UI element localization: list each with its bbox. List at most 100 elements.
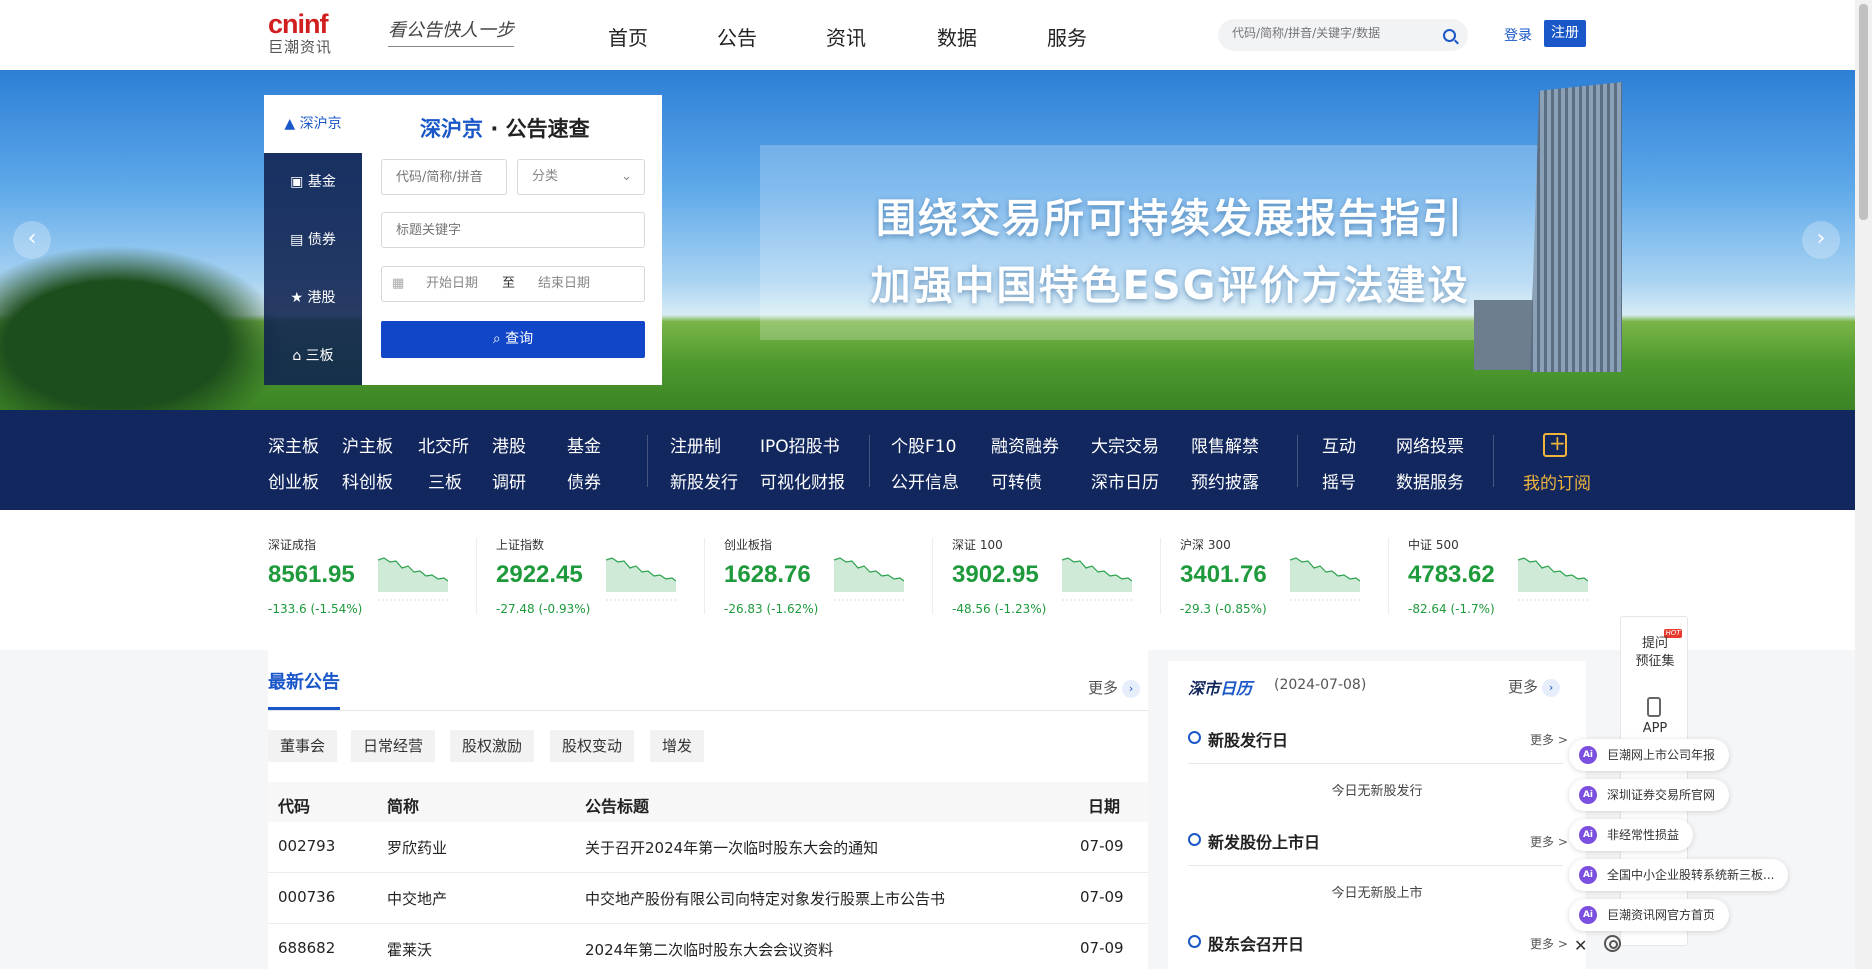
category-equity-change[interactable]: 股权变动 xyxy=(550,730,635,762)
ai-suggestion[interactable]: Ai 深圳证券交易所官网 xyxy=(1569,779,1730,811)
index-value: 1628.76 xyxy=(724,561,811,588)
link-bse[interactable]: 北交所 xyxy=(418,432,469,457)
tab-label: 深沪京 xyxy=(299,116,342,132)
index-card[interactable]: 沪深 300 3401.76 -29.3 (-0.85%) xyxy=(1180,534,1370,634)
category-select[interactable]: 分类 ⌄ xyxy=(517,159,645,195)
section-more-link[interactable]: 更多 > xyxy=(1530,833,1568,850)
ai-suggestion[interactable]: Ai 巨潮资讯网官方首页 xyxy=(1569,899,1730,931)
ai-suggestion-label: 巨潮网上市公司年报 xyxy=(1607,748,1716,762)
link-lottery[interactable]: 摇号 xyxy=(1322,468,1356,493)
category-incentive[interactable]: 股权激励 xyxy=(450,730,535,762)
link-new-issues[interactable]: 新股发行 xyxy=(670,468,738,493)
index-card[interactable]: 深证 100 3902.95 -48.56 (-1.23%) xyxy=(952,534,1142,634)
category-board[interactable]: 董事会 xyxy=(268,730,338,762)
calendar-more-link[interactable]: 更多 › xyxy=(1508,676,1561,697)
active-tab-underline xyxy=(268,707,340,710)
link-public-info[interactable]: 公开信息 xyxy=(891,468,959,493)
index-change: -27.48 (-0.93%) xyxy=(496,602,591,616)
table-row[interactable]: 688682 霍莱沃 2024年第二次临时股东大会会议资料 07-09 xyxy=(268,924,1148,969)
carousel-next-button[interactable]: › xyxy=(1802,221,1840,259)
date-range-field[interactable]: ▦ 开始日期 至 结束日期 xyxy=(381,266,645,302)
link-online-vote[interactable]: 网络投票 xyxy=(1396,432,1464,457)
row-title[interactable]: 2024年第二次临时股东大会会议资料 xyxy=(585,939,833,960)
row-title[interactable]: 中交地产股份有限公司向特定对象发行股票上市公告书 xyxy=(585,888,945,909)
link-ipo-prospectus[interactable]: IPO招股书 xyxy=(760,432,840,457)
tab-fund[interactable]: ▣ 基金 xyxy=(264,153,362,211)
chevron-right-icon: › xyxy=(1122,679,1141,698)
ai-icon: Ai xyxy=(1579,906,1597,924)
scrollbar-thumb[interactable] xyxy=(1859,4,1868,220)
carousel-prev-button[interactable]: ‹ xyxy=(13,221,51,259)
index-card[interactable]: 上证指数 2922.45 -27.48 (-0.93%) xyxy=(496,534,686,634)
login-link[interactable]: 登录 xyxy=(1504,25,1532,45)
register-button[interactable]: 注册 xyxy=(1544,20,1586,47)
ai-suggestion[interactable]: Ai 巨潮网上市公司年报 xyxy=(1569,739,1730,771)
link-visual-financials[interactable]: 可视化财报 xyxy=(760,468,845,493)
link-interaction[interactable]: 互动 xyxy=(1322,432,1356,457)
link-sz-calendar[interactable]: 深市日历 xyxy=(1091,468,1159,493)
index-card[interactable]: 中证 500 4783.62 -82.64 (-1.7%) xyxy=(1408,534,1598,634)
index-card[interactable]: 创业板指 1628.76 -26.83 (-1.62%) xyxy=(724,534,914,634)
subscribe-icon[interactable] xyxy=(1543,431,1567,457)
link-hk-stock[interactable]: 港股 xyxy=(492,432,526,457)
site-logo[interactable]: cninf 巨潮资讯 xyxy=(268,10,368,58)
link-neeq[interactable]: 三板 xyxy=(428,468,462,493)
table-row[interactable]: 002793 罗欣药业 关于召开2024年第一次临时股东大会的通知 07-09 xyxy=(268,822,1148,873)
close-icon[interactable]: ✕ xyxy=(1574,936,1587,955)
search-input[interactable] xyxy=(1232,26,1432,40)
my-subscription-link[interactable]: 我的订阅 xyxy=(1523,469,1591,494)
search-icon[interactable] xyxy=(1443,29,1456,42)
announcements-title[interactable]: 最新公告 xyxy=(268,668,340,694)
sparkline-area xyxy=(1518,558,1588,592)
link-scheduled-disclosure[interactable]: 预约披露 xyxy=(1191,468,1259,493)
index-card[interactable]: 深证成指 8561.95 -133.6 (-1.54%) xyxy=(268,534,458,634)
link-sh-main-board[interactable]: 沪主板 xyxy=(342,432,393,457)
nav-services[interactable]: 服务 xyxy=(1047,22,1087,51)
link-registration[interactable]: 注册制 xyxy=(670,432,721,457)
ai-suggestion[interactable]: Ai 全国中小企业股转系统新三板... xyxy=(1569,859,1789,891)
tab-bond[interactable]: ▤ 债券 xyxy=(264,211,362,269)
link-block-trade[interactable]: 大宗交易 xyxy=(1091,432,1159,457)
keyword-input[interactable] xyxy=(381,212,645,248)
section-more-link[interactable]: 更多 > xyxy=(1530,935,1568,952)
index-sparkline xyxy=(1062,557,1132,601)
tab-sz-sh-bj[interactable]: ▲ 深沪京 xyxy=(264,95,362,153)
nav-data[interactable]: 数据 xyxy=(937,22,977,51)
calendar-title-a: 深市 xyxy=(1188,679,1221,698)
link-margin[interactable]: 融资融券 xyxy=(991,432,1059,457)
app-download-button[interactable]: APP xyxy=(1621,721,1689,736)
link-lockup[interactable]: 限售解禁 xyxy=(1191,432,1259,457)
category-additional-issue[interactable]: 增发 xyxy=(650,730,705,762)
link-sz-main-board[interactable]: 深主板 xyxy=(268,432,319,457)
ai-suggestion-label: 全国中小企业股转系统新三板... xyxy=(1607,868,1775,882)
link-chinext[interactable]: 创业板 xyxy=(268,468,319,493)
link-bond[interactable]: 债券 xyxy=(567,468,601,493)
row-title[interactable]: 关于召开2024年第一次临时股东大会的通知 xyxy=(585,837,878,858)
link-star-market[interactable]: 科创板 xyxy=(342,468,393,493)
more-label: 更多 xyxy=(1508,678,1539,696)
settings-icon[interactable] xyxy=(1604,935,1621,952)
nav-news[interactable]: 资讯 xyxy=(826,22,866,51)
nav-home[interactable]: 首页 xyxy=(608,22,648,51)
tab-label: 债券 xyxy=(307,232,336,248)
link-research[interactable]: 调研 xyxy=(492,468,526,493)
ai-suggestion[interactable]: Ai 非经常性损益 xyxy=(1569,819,1694,851)
phone-icon[interactable] xyxy=(1647,697,1661,717)
section-more-link[interactable]: 更多 > xyxy=(1530,731,1568,748)
category-operations[interactable]: 日常经营 xyxy=(351,730,436,762)
tab-neeq[interactable]: ⌂ 三板 xyxy=(264,327,362,385)
link-convertible[interactable]: 可转债 xyxy=(991,468,1042,493)
index-value: 3902.95 xyxy=(952,561,1039,588)
announcements-more-link[interactable]: 更多 › xyxy=(1088,677,1141,698)
link-data-service[interactable]: 数据服务 xyxy=(1396,468,1464,493)
table-row[interactable]: 000736 中交地产 中交地产股份有限公司向特定对象发行股票上市公告书 07-… xyxy=(268,873,1148,924)
ask-question-button[interactable]: 提问 预征集 xyxy=(1621,635,1689,671)
code-input[interactable] xyxy=(381,159,507,195)
link-f10[interactable]: 个股F10 xyxy=(891,432,956,457)
link-fund[interactable]: 基金 xyxy=(567,432,601,457)
nav-announcements[interactable]: 公告 xyxy=(717,22,757,51)
divider xyxy=(1188,865,1563,866)
logo-brand: cninf xyxy=(268,9,329,39)
query-button[interactable]: ⌕ 查询 xyxy=(381,321,645,358)
tab-hk-stock[interactable]: ★ 港股 xyxy=(264,269,362,327)
